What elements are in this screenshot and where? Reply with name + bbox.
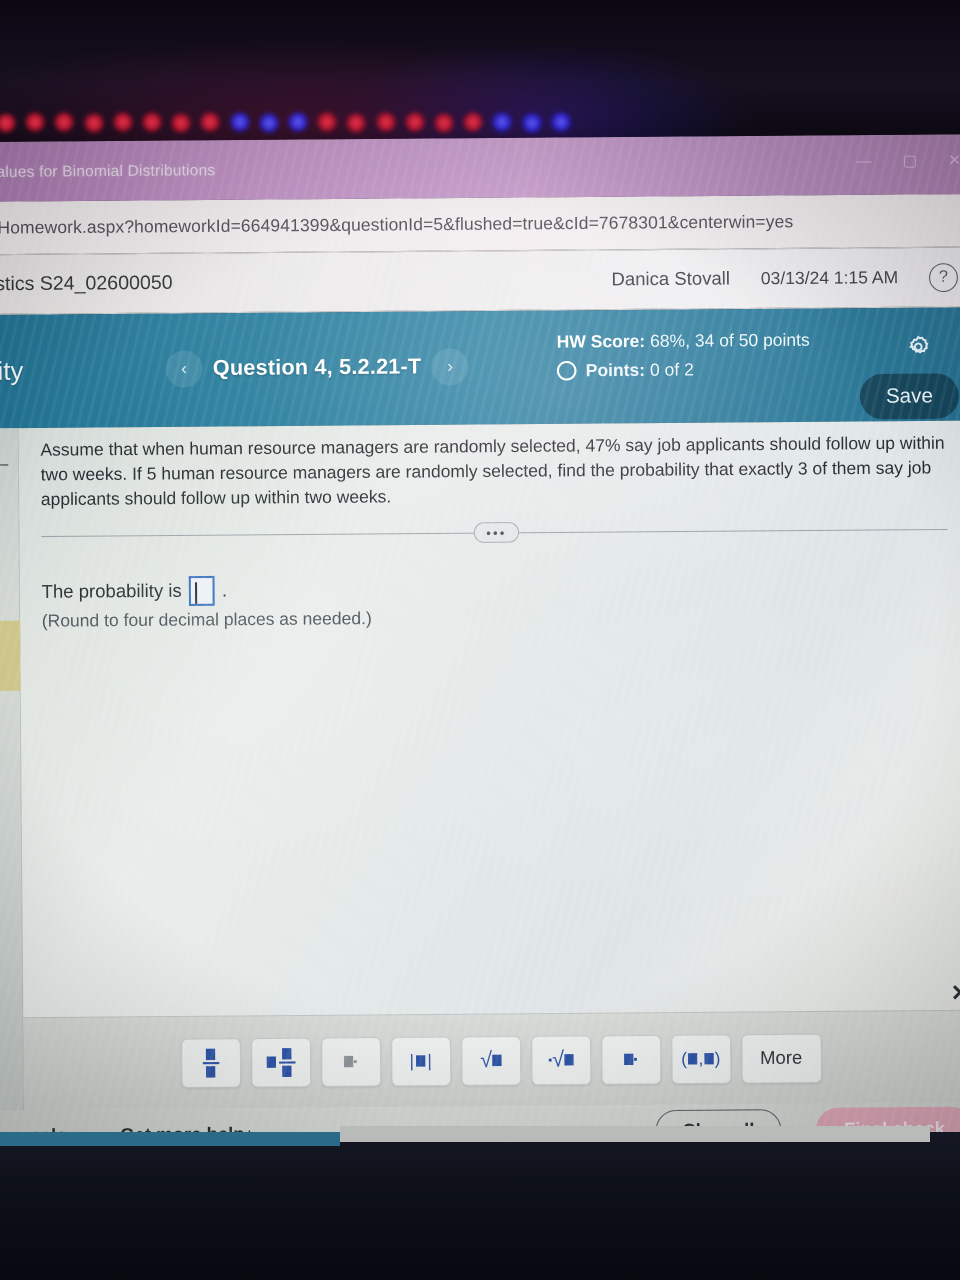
monitor-photo: ty Values for Binomial Distributions — ▢… [0, 0, 960, 1280]
question-text: Assume that when human resource managers… [40, 433, 945, 510]
palette-exponent-button[interactable]: ▪ [320, 1036, 381, 1087]
led-light [288, 112, 308, 132]
close-icon[interactable]: ✕ [948, 152, 960, 170]
led-light [463, 112, 484, 132]
screen-content: ty Values for Binomial Distributions — ▢… [0, 134, 960, 1162]
question-title: Question 4, 5.2.21-T [212, 354, 422, 381]
next-question-button[interactable]: › [431, 348, 469, 386]
points-row: Points: 0 of 2 [556, 359, 815, 382]
palette-nth-root-button[interactable]: ▪ √ [530, 1034, 591, 1085]
browser-url-bar[interactable]: yerHomework.aspx?homeworkId=664941399&qu… [0, 193, 960, 256]
palette-close-icon[interactable]: ✕ [951, 980, 960, 1006]
window-title: ty Values for Binomial Distributions [0, 161, 216, 181]
question-work-area: ← Assume that when human resource manage… [0, 420, 960, 1162]
score-summary: HW Score: 68%, 34 of 50 points Points: 0… [557, 329, 815, 381]
window-controls: — ▢ ✕ [856, 152, 960, 171]
back-arrow-icon[interactable]: ← [0, 445, 14, 476]
assignment-header: bility ‹ Question 4, 5.2.21-T › HW Score… [0, 307, 960, 429]
hw-score-line: HW Score: 68%, 34 of 50 points [557, 329, 815, 354]
answer-line: The probability is . [41, 575, 228, 607]
led-light [434, 113, 454, 133]
answer-input[interactable] [188, 575, 215, 606]
palette-more-button[interactable]: More [740, 1033, 822, 1084]
rounding-note: (Round to four decimal places as needed.… [41, 608, 372, 631]
led-light [404, 112, 425, 132]
course-bar: tatistics S24_02600050 Danica Stovall 03… [0, 247, 960, 316]
answer-prompt-label: The probability is [41, 580, 182, 602]
minimize-icon[interactable]: — [856, 153, 872, 171]
current-datetime: 03/13/24 1:15 AM [760, 267, 899, 288]
section-title: bility [0, 356, 24, 386]
course-bar-right: Danica Stovall 03/13/24 1:15 AM ? [611, 262, 958, 295]
maximize-icon[interactable]: ▢ [903, 152, 918, 170]
led-light [317, 112, 338, 132]
url-text[interactable]: yerHomework.aspx?homeworkId=664941399&qu… [0, 211, 793, 238]
points-circle-icon [556, 361, 577, 381]
help-icon[interactable]: ? [928, 262, 958, 292]
points-line: Points: 0 of 2 [586, 360, 694, 381]
led-light [112, 112, 133, 132]
led-light [521, 113, 542, 133]
answer-period: . [221, 579, 228, 601]
palette-ordered-pair-button[interactable]: (,) [670, 1033, 731, 1084]
palette-absolute-value-button[interactable]: | | [390, 1036, 451, 1086]
led-light [25, 112, 46, 132]
question-navigator: ‹ Question 4, 5.2.21-T › [165, 348, 469, 388]
palette-square-root-button[interactable]: √ [460, 1035, 521, 1086]
led-light [375, 112, 396, 132]
palette-fraction-button[interactable] [180, 1037, 241, 1088]
led-light [550, 112, 571, 132]
led-light [54, 112, 75, 132]
taskbar-strip-left [0, 1132, 340, 1146]
points-value: 0 of 2 [649, 359, 694, 380]
taskbar-strip-right [340, 1126, 930, 1142]
hw-score-label: HW Score: [556, 331, 646, 352]
led-light [200, 112, 221, 132]
student-name: Danica Stovall [611, 267, 731, 290]
led-light [229, 112, 250, 132]
side-highlight-block [0, 620, 21, 691]
expand-ellipsis-button[interactable]: ••• [473, 522, 520, 543]
hw-score-value: 68%, 34 of 50 points [650, 330, 810, 352]
led-light [0, 113, 16, 133]
prev-question-button[interactable]: ‹ [165, 350, 203, 388]
left-side-strip [0, 428, 25, 1162]
monitor-bezel-bottom [0, 1126, 960, 1280]
led-light [492, 112, 513, 132]
led-light [346, 113, 367, 133]
points-label: Points: [585, 360, 646, 381]
led-light [142, 112, 162, 132]
palette-subscript-button[interactable]: ▪ [600, 1034, 661, 1085]
math-palette: ✕ ▪ | | √ ▪ √ ▪ (,) More [23, 980, 960, 1110]
window-titlebar: ty Values for Binomial Distributions — ▢… [0, 134, 960, 202]
led-light [258, 113, 279, 133]
led-light [83, 113, 104, 133]
palette-mixed-number-button[interactable] [250, 1037, 311, 1088]
gear-icon[interactable] [905, 333, 932, 360]
led-light [171, 113, 192, 133]
led-light-bar [0, 0, 960, 150]
course-title: tatistics S24_02600050 [0, 271, 173, 296]
save-button[interactable]: Save [859, 373, 959, 420]
